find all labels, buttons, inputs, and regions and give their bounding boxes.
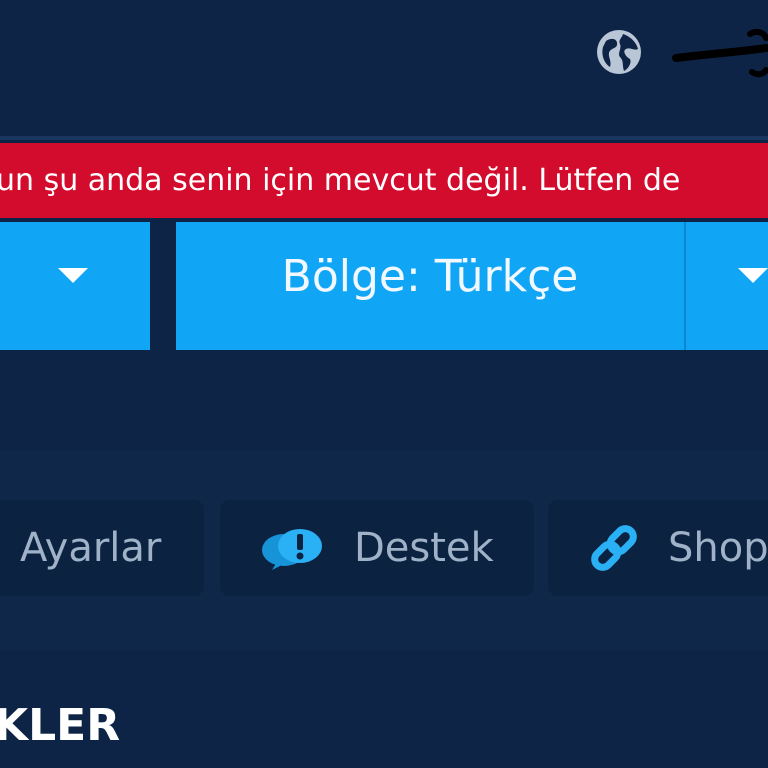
region-dropdown[interactable]: Bölge: Türkçe: [176, 222, 768, 350]
top-bar: [0, 0, 768, 136]
link-icon: [591, 525, 637, 571]
region-dropdown-label: Bölge: Türkçe: [281, 251, 579, 302]
settings-label: Ayarlar: [20, 525, 162, 571]
globe-icon[interactable]: [596, 29, 642, 75]
section-heading: KLER: [0, 700, 121, 751]
header-divider: [0, 136, 768, 140]
chevron-down-icon[interactable]: [58, 268, 88, 283]
support-label: Destek: [354, 525, 494, 571]
chevron-down-icon[interactable]: [738, 268, 768, 283]
user-icon[interactable]: [672, 26, 768, 80]
left-dropdown[interactable]: [0, 222, 150, 350]
support-button[interactable]: Destek: [220, 500, 534, 596]
shop-label: Shop: [668, 525, 768, 571]
alert-text: un şu anda senin için mevcut değil. Lütf…: [0, 163, 681, 198]
settings-button[interactable]: Ayarlar: [0, 500, 204, 596]
unavailable-alert-banner: un şu anda senin için mevcut değil. Lütf…: [0, 143, 768, 218]
support-chat-icon: [262, 529, 322, 570]
dropdown-separator: [684, 222, 686, 350]
shop-button[interactable]: Shop: [548, 500, 768, 596]
